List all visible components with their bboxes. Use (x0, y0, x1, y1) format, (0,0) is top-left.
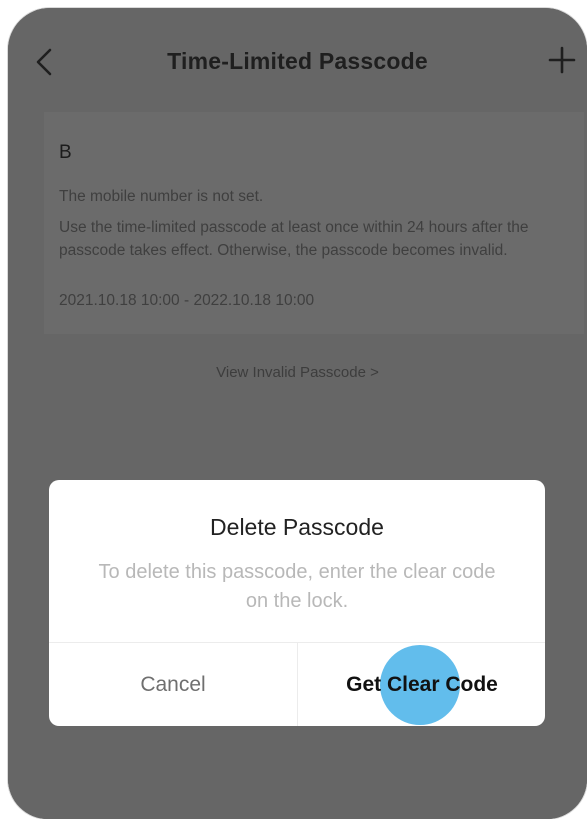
cancel-button[interactable]: Cancel (49, 643, 297, 726)
passcode-card[interactable]: B The mobile number is not set. Use the … (44, 112, 584, 334)
passcode-name: B (59, 142, 72, 163)
view-invalid-passcode-link[interactable]: View Invalid Passcode > (8, 364, 587, 381)
page-title: Time-Limited Passcode (167, 48, 428, 74)
cancel-button-label: Cancel (140, 672, 206, 696)
plus-icon[interactable] (547, 40, 577, 80)
dialog-title: Delete Passcode (210, 514, 384, 540)
get-clear-code-label: Get Clear Code (346, 672, 498, 696)
dialog-message: To delete this passcode, enter the clear… (98, 561, 496, 612)
top-bar: Time-Limited Passcode (8, 36, 587, 96)
validity-period: 2021.10.18 10:00 - 2022.10.18 10:00 (59, 292, 315, 309)
delete-passcode-dialog: Delete Passcode To delete this passcode,… (49, 480, 545, 726)
usage-note: Use the time-limited passcode at least o… (59, 219, 529, 259)
mobile-status: The mobile number is not set. (59, 188, 264, 205)
